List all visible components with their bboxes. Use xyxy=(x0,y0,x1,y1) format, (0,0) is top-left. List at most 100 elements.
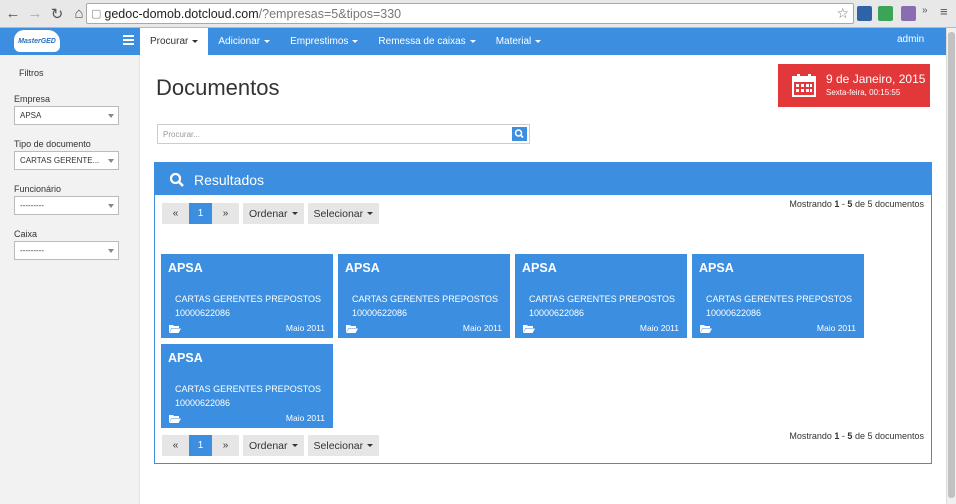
order-dropdown[interactable]: Ordenar xyxy=(243,203,304,224)
forward-icon[interactable]: → xyxy=(26,5,44,23)
caret-down-icon xyxy=(367,444,374,447)
card-company: APSA xyxy=(522,261,557,275)
card-code: 10000622086 xyxy=(175,308,231,318)
caret-down-icon xyxy=(352,40,359,43)
caret-down-icon xyxy=(367,212,374,215)
filter-caixa-select[interactable]: --------- xyxy=(14,241,119,260)
back-icon[interactable]: ← xyxy=(4,5,22,23)
extension-icon[interactable] xyxy=(878,6,893,21)
extension-icon[interactable] xyxy=(857,6,872,21)
document-card[interactable]: APSA CARTAS GERENTES PREPOSTOS 100006220… xyxy=(161,344,333,428)
bookmark-star-icon[interactable]: ☆ xyxy=(836,5,849,22)
card-type: CARTAS GERENTES PREPOSTOS xyxy=(352,294,499,304)
card-code: 10000622086 xyxy=(706,308,762,318)
menu-procurar[interactable]: Procurar xyxy=(140,28,209,55)
chevron-down-icon xyxy=(108,114,114,118)
search-input[interactable] xyxy=(158,125,510,143)
menu-adicionar[interactable]: Adicionar xyxy=(208,28,280,55)
card-date: Maio 2011 xyxy=(285,413,325,423)
card-company: APSA xyxy=(168,261,203,275)
eyedropper-icon[interactable] xyxy=(901,6,916,21)
search-icon xyxy=(169,172,184,187)
chevron-down-icon xyxy=(108,204,114,208)
results-title: Resultados xyxy=(194,172,265,188)
pagination-next[interactable]: » xyxy=(212,203,239,224)
filters-title: Filtros xyxy=(19,68,44,78)
document-card[interactable]: APSA CARTAS GERENTES PREPOSTOS 100006220… xyxy=(161,254,333,338)
results-header: Resultados xyxy=(155,163,931,195)
logo[interactable]: MasterGED xyxy=(14,30,60,52)
results-panel: Resultados « 1 » Ordenar Selecionar Most… xyxy=(154,162,932,464)
caret-down-icon xyxy=(291,212,298,215)
url-host: gedoc-domob.dotcloud.com xyxy=(104,6,259,21)
more-extensions-icon[interactable]: » xyxy=(922,5,928,16)
page-title: Documentos xyxy=(156,75,280,100)
card-date: Maio 2011 xyxy=(639,323,679,333)
filter-empresa-select[interactable]: APSA xyxy=(14,106,119,125)
date-widget: 9 de Janeiro, 2015 Sexta-feira, 00:15:55 xyxy=(778,64,930,107)
page-scrollbar[interactable] xyxy=(946,28,956,504)
folder-open-icon xyxy=(523,325,535,333)
calendar-icon xyxy=(792,74,816,97)
filter-tipo-label: Tipo de documento xyxy=(14,139,91,149)
filter-funcionario-label: Funcionário xyxy=(14,184,62,194)
card-type: CARTAS GERENTES PREPOSTOS xyxy=(175,384,322,394)
search-button[interactable] xyxy=(512,127,527,141)
card-type: CARTAS GERENTES PREPOSTOS xyxy=(706,294,853,304)
card-type: CARTAS GERENTES PREPOSTOS xyxy=(529,294,676,304)
caret-down-icon xyxy=(469,40,476,43)
filter-tipo-select[interactable]: CARTAS GERENTE... xyxy=(14,151,119,170)
search-icon xyxy=(514,129,524,139)
select-dropdown[interactable]: Selecionar xyxy=(307,203,380,224)
address-bar[interactable]: ▢ gedoc-domob.dotcloud.com/?empresas=5&t… xyxy=(86,3,854,24)
document-card[interactable]: APSA CARTAS GERENTES PREPOSTOS 100006220… xyxy=(692,254,864,338)
url-path: /?empresas=5&tipos=330 xyxy=(258,6,402,21)
pagination-prev[interactable]: « xyxy=(162,203,189,224)
chrome-menu-icon[interactable]: ≡ xyxy=(940,4,948,19)
filter-funcionario-select[interactable]: --------- xyxy=(14,196,119,215)
results-toolbar-bottom: « 1 » Ordenar Selecionar xyxy=(162,435,380,456)
page-icon: ▢ xyxy=(91,8,102,20)
menu-remessa-de-caixas[interactable]: Remessa de caixas xyxy=(368,28,485,55)
date-sub: Sexta-feira, 00:15:55 xyxy=(826,88,901,97)
card-code: 10000622086 xyxy=(352,308,408,318)
menu-emprestimos[interactable]: Emprestimos xyxy=(280,28,368,55)
scrollbar-thumb[interactable] xyxy=(948,32,955,498)
hamburger-icon[interactable] xyxy=(123,35,134,45)
card-code: 10000622086 xyxy=(175,398,231,408)
pagination-next[interactable]: » xyxy=(212,435,239,456)
folder-open-icon xyxy=(169,325,181,333)
card-type: CARTAS GERENTES PREPOSTOS xyxy=(175,294,322,304)
select-dropdown[interactable]: Selecionar xyxy=(307,435,380,456)
card-company: APSA xyxy=(168,351,203,365)
filters-sidebar: Filtros Empresa APSA Tipo de documento C… xyxy=(0,55,140,504)
menu-material[interactable]: Material xyxy=(486,28,552,55)
caret-down-icon xyxy=(291,444,298,447)
card-date: Maio 2011 xyxy=(462,323,502,333)
user-menu[interactable]: admin xyxy=(897,34,924,45)
date-main: 9 de Janeiro, 2015 xyxy=(826,72,926,86)
order-dropdown[interactable]: Ordenar xyxy=(243,435,304,456)
filter-caixa-label: Caixa xyxy=(14,229,38,239)
document-card[interactable]: APSA CARTAS GERENTES PREPOSTOS 100006220… xyxy=(515,254,687,338)
card-company: APSA xyxy=(345,261,380,275)
app-navbar: MasterGED Procurar Adicionar Emprestimos… xyxy=(0,28,946,55)
card-date: Maio 2011 xyxy=(816,323,856,333)
folder-open-icon xyxy=(700,325,712,333)
caret-down-icon xyxy=(192,40,199,43)
card-date: Maio 2011 xyxy=(285,323,325,333)
filter-empresa-label: Empresa xyxy=(14,94,51,104)
folder-open-icon xyxy=(346,325,358,333)
document-card[interactable]: APSA CARTAS GERENTES PREPOSTOS 100006220… xyxy=(338,254,510,338)
search-box xyxy=(157,124,530,144)
results-count: Mostrando 1 - 5 de 5 documentos xyxy=(789,431,924,441)
pagination-page-1[interactable]: 1 xyxy=(189,435,212,456)
results-toolbar-top: « 1 » Ordenar Selecionar xyxy=(162,203,380,224)
caret-down-icon xyxy=(264,40,271,43)
card-code: 10000622086 xyxy=(529,308,585,318)
reload-icon[interactable]: ↻ xyxy=(48,5,66,23)
results-count: Mostrando 1 - 5 de 5 documentos xyxy=(789,199,924,209)
pagination-prev[interactable]: « xyxy=(162,435,189,456)
caret-down-icon xyxy=(535,40,542,43)
pagination-page-1[interactable]: 1 xyxy=(189,203,212,224)
